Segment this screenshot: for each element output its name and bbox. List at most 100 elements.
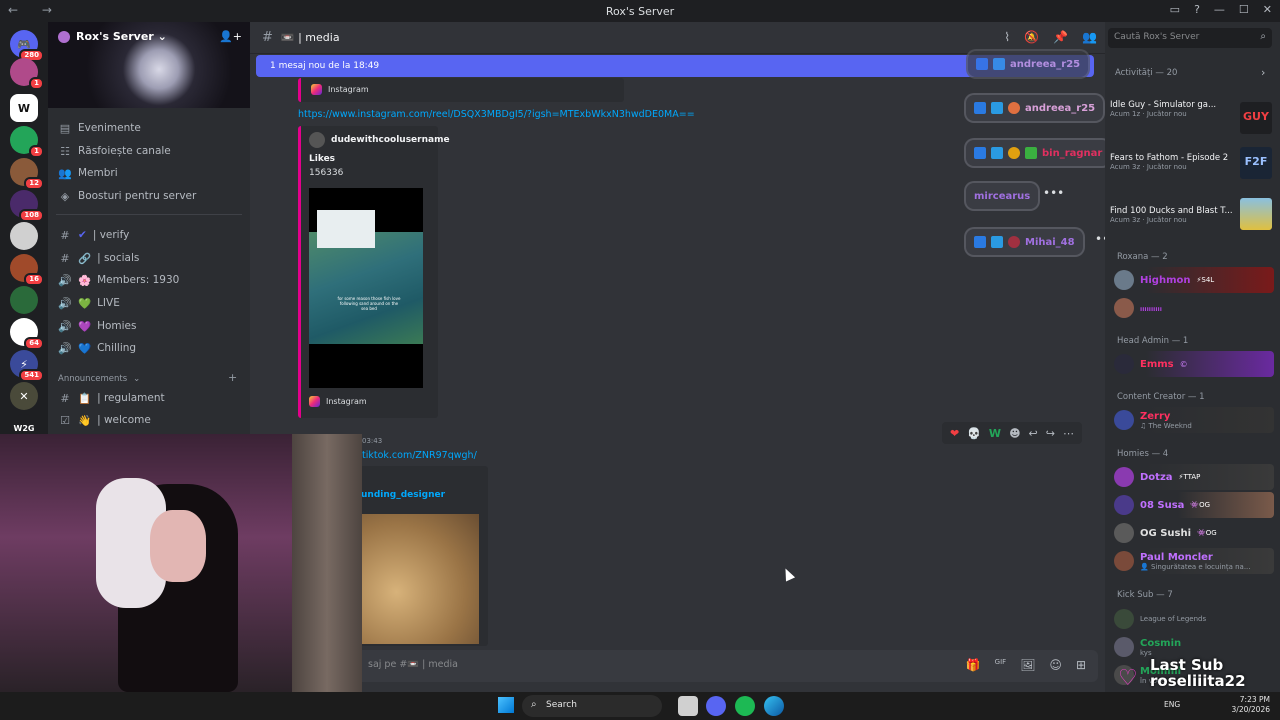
message-input[interactable]: saj pe #📼 | media <box>368 659 458 670</box>
discord-app: ← → Rox's Server ▭ ? — ☐ ✕ 🎮 280 1 W 1 12… <box>0 0 1280 720</box>
guild-icon[interactable]: 1 <box>10 126 44 158</box>
game-thumbnail: GUY <box>1240 102 1272 134</box>
server-icon <box>58 31 70 43</box>
more-icon[interactable]: ••• <box>1043 186 1064 200</box>
video-thumbnail[interactable] <box>361 514 479 644</box>
member-item[interactable]: League of Legends <box>1114 606 1274 632</box>
channel-regulament[interactable]: # 📋 | regulament <box>58 388 164 408</box>
guild-badge: 108 <box>19 209 44 222</box>
skull-reaction-icon[interactable]: 💀 <box>967 427 981 440</box>
guild-icon[interactable]: ✕ <box>10 382 38 410</box>
edge-icon[interactable] <box>764 696 784 716</box>
spotify-icon[interactable] <box>735 696 755 716</box>
add-reaction-icon[interactable]: ☻ <box>1009 427 1020 440</box>
header-toolbar: ⌇ 🔕 📌 👥 <box>1004 30 1097 44</box>
guild-icon[interactable]: 🎮 280 <box>10 30 44 62</box>
embed-footer: Instagram <box>309 396 367 407</box>
emoji-icon[interactable]: ☺ <box>1049 658 1062 672</box>
avatar <box>1114 354 1134 374</box>
member-item[interactable]: Emms © <box>1114 351 1274 377</box>
inbox-icon[interactable]: ▭ <box>1170 3 1180 16</box>
guild-badge: 12 <box>24 177 44 190</box>
member-item[interactable]: 08 Susa 👾OG <box>1114 492 1274 518</box>
more-icon[interactable]: ⋯ <box>1063 427 1074 440</box>
gif-icon[interactable]: GIF <box>995 658 1007 672</box>
member-item[interactable]: Paul Moncler 👤 Singurătatea e locuința na… <box>1114 548 1274 574</box>
channel-verify[interactable]: # ✔ | verify <box>58 225 129 245</box>
voice-channel-homies[interactable]: 🔊 💜 Homies <box>58 316 136 336</box>
activity-card[interactable]: Idle Guy - Simulator ga... Acum 1z · Juc… <box>1110 100 1272 134</box>
close-button[interactable]: ✕ <box>1263 3 1272 16</box>
guild-icon[interactable]: 1 <box>10 58 44 90</box>
apps-icon[interactable]: ⊞ <box>1076 658 1086 672</box>
avatar <box>309 132 325 148</box>
embed-field-value: 156336 <box>309 168 344 178</box>
search-input[interactable]: Caută Rox's Server ⌕ <box>1108 28 1272 48</box>
speaker-icon: 🔊 <box>58 296 72 310</box>
avatar <box>1114 270 1134 290</box>
guild-icon[interactable]: 12 <box>10 158 44 190</box>
sidebar-item-boosts[interactable]: ◈ Boosturi pentru server <box>58 186 197 206</box>
discord-icon[interactable] <box>706 696 726 716</box>
video-thumbnail[interactable]: for some reason those fish love followin… <box>309 188 423 388</box>
gift-icon[interactable]: 🎁 <box>966 658 981 672</box>
taskbar-search[interactable]: ⌕ Search <box>522 695 662 717</box>
game-thumbnail <box>1240 198 1272 230</box>
language-indicator[interactable]: ENG <box>1164 700 1180 709</box>
guild-icon[interactable]: 64 <box>10 318 44 350</box>
minimize-button[interactable]: — <box>1214 3 1225 16</box>
system-clock[interactable]: 7:23 PM 3/20/2026 <box>1232 695 1270 715</box>
message-link[interactable]: https://www.instagram.com/reel/DSQX3MBDg… <box>298 109 695 120</box>
activity-card[interactable]: Find 100 Ducks and Blast T... Acum 3z · … <box>1110 198 1272 240</box>
sidebar-item-events[interactable]: ▤ Evenimente <box>58 118 141 138</box>
category-announcements[interactable]: Announcements ⌄ <box>58 369 140 389</box>
sticker-icon[interactable]: 🖼 <box>1020 658 1035 672</box>
maximize-button[interactable]: ☐ <box>1239 3 1249 16</box>
voice-user-pill: andreea_r25 <box>966 95 1104 121</box>
heart-reaction-icon[interactable]: ❤ <box>950 427 959 440</box>
guild-icon[interactable] <box>10 286 38 314</box>
chevron-right-icon[interactable]: › <box>1261 66 1265 79</box>
member-group-header: Roxana — 2 <box>1117 252 1168 262</box>
guild-icon[interactable]: W <box>10 94 38 122</box>
member-item[interactable]: ᵢᵢᵢᵢᵢᵢᵢᵢᵢᵢ <box>1114 295 1274 321</box>
mute-icon[interactable]: 🔕 <box>1024 30 1039 44</box>
voice-channel-chilling[interactable]: 🔊 💙 Chilling <box>58 338 136 358</box>
message-link[interactable]: tiktok.com/ZNR97qwgh/ <box>362 450 477 461</box>
server-banner[interactable]: Rox's Server ⌄ 👤+ <box>48 22 250 108</box>
activity-card[interactable]: Fears to Fathom - Episode 2 Acum 3z · Ju… <box>1110 147 1272 187</box>
w-reaction-icon[interactable]: W <box>989 427 1001 440</box>
add-channel-button[interactable]: + <box>228 371 237 384</box>
pin-icon[interactable]: 📌 <box>1053 30 1068 44</box>
guild-icon[interactable]: 108 <box>10 190 44 222</box>
last-sub-overlay: Last Sub roseliiita22 <box>1150 656 1246 690</box>
avatar <box>1114 467 1134 487</box>
reply-icon[interactable]: ↩ <box>1029 427 1038 440</box>
voice-channel-members[interactable]: 🔊 🌸 Members: 1930 <box>58 270 179 290</box>
threads-icon[interactable]: ⌇ <box>1004 30 1010 44</box>
voice-user-pill: mircearus <box>966 183 1039 209</box>
sidebar-item-browse[interactable]: ☷ Răsfoiește canale <box>58 141 171 161</box>
member-item[interactable]: Zerry ♫ The Weeknd <box>1114 407 1274 433</box>
member-item[interactable]: Dotza ⚡TTAP <box>1114 464 1274 490</box>
invite-icon[interactable]: 👤+ <box>219 30 242 43</box>
guild-icon[interactable]: 16 <box>10 254 44 286</box>
member-item[interactable]: Highmon ⚡S4L <box>1114 267 1274 293</box>
member-list-icon[interactable]: 👥 <box>1082 30 1097 44</box>
channel-socials[interactable]: # 🔗 | socials <box>58 248 139 268</box>
voice-channel-live[interactable]: 🔊 💚 LIVE <box>58 293 120 313</box>
channel-welcome[interactable]: ☑ 👋 | welcome <box>58 410 151 430</box>
embed-author[interactable]: unding_designer <box>361 490 445 500</box>
forward-icon[interactable]: ↪ <box>1046 427 1055 440</box>
guild-icon[interactable] <box>10 222 38 250</box>
server-name[interactable]: Rox's Server ⌄ <box>76 30 167 43</box>
windows-start-icon[interactable] <box>498 697 514 713</box>
guild-icon[interactable]: ⚡ 541 <box>10 350 44 382</box>
sidebar-item-members[interactable]: 👥 Membri <box>58 163 118 183</box>
message-composer[interactable]: saj pe #📼 | media 🎁 GIF 🖼 ☺ ⊞ <box>258 650 1098 682</box>
file-explorer-icon[interactable] <box>678 696 698 716</box>
member-item[interactable]: OG Sushi 👾OG <box>1114 520 1274 546</box>
help-icon[interactable]: ? <box>1194 3 1200 16</box>
webcam-overlay <box>0 434 362 692</box>
embed-author[interactable]: dudewithcoolusername <box>309 132 450 148</box>
